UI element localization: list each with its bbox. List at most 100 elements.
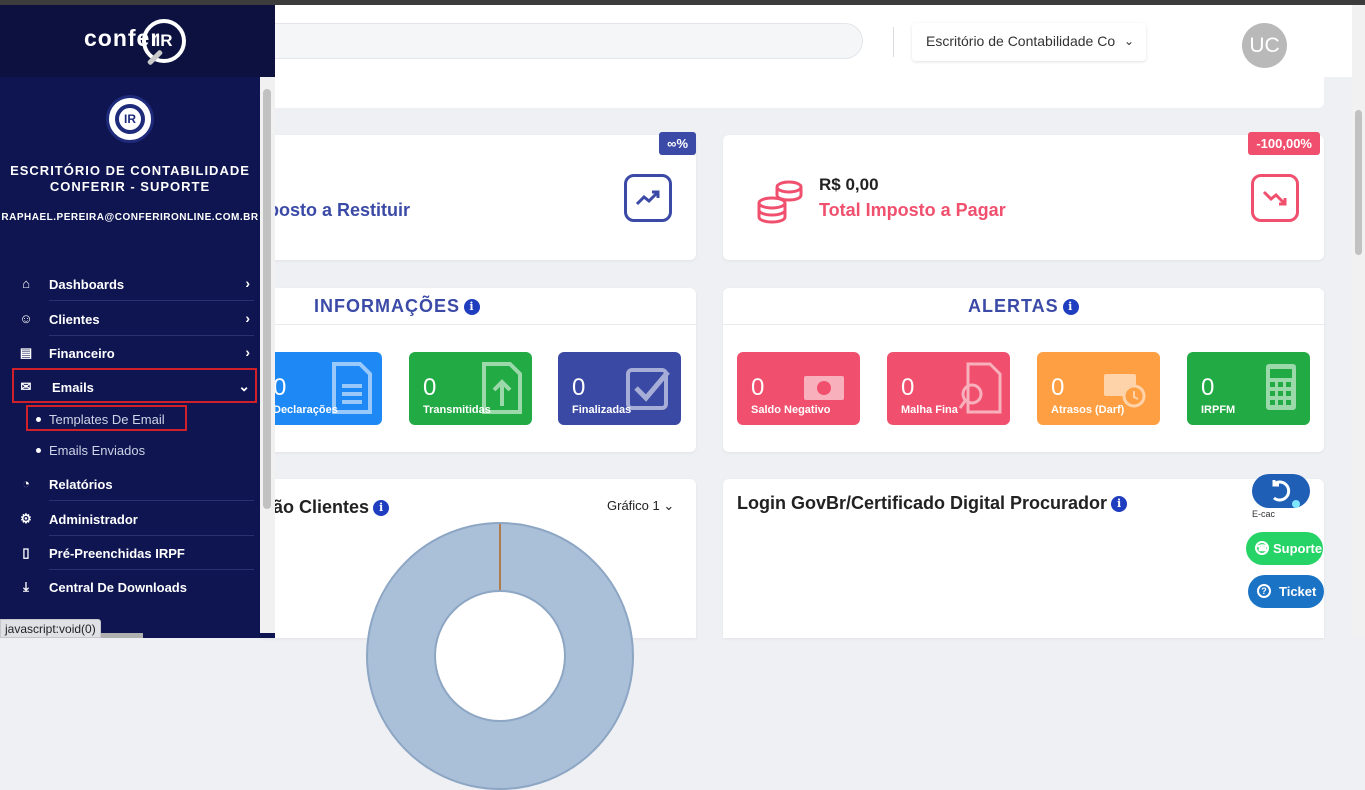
tile-label: Declarações: [273, 404, 338, 416]
trend-down-icon: [1251, 174, 1299, 222]
download-icon: ⤓: [23, 579, 29, 594]
sidebar-subitem-enviados[interactable]: Emails Enviados: [36, 443, 145, 458]
avatar[interactable]: UC: [1242, 23, 1287, 68]
user-cog-icon: ⚙: [20, 511, 32, 526]
file-search-icon: [958, 362, 1002, 414]
page-scrollbar[interactable]: [1352, 5, 1365, 638]
emails-highlight-box: [12, 368, 257, 403]
tile-transmitidas[interactable]: 0 Transmitidas: [409, 352, 532, 425]
kpi-label: posto a Restituir: [268, 200, 411, 220]
scrollbar-thumb[interactable]: [263, 89, 271, 509]
chart-select-label: Gráfico 1: [607, 498, 660, 513]
tile-atrasos-darf[interactable]: 0 Atrasos (Darf): [1037, 352, 1160, 425]
chart-title-text: ão Clientes: [273, 497, 370, 517]
ticket-label: Ticket: [1279, 584, 1317, 599]
pie-chart-icon: ◔: [22, 476, 30, 491]
sidebar-item-relatorios[interactable]: ◔ Relatórios: [12, 468, 256, 500]
users-icon: ☺: [19, 311, 33, 326]
sidebar-item-label: Central De Downloads: [49, 580, 187, 595]
tile-irpfm[interactable]: 0 IRPFM: [1187, 352, 1310, 425]
sidebar-item-administrador[interactable]: ⚙ Administrador: [12, 503, 256, 535]
tile-saldo-negativo[interactable]: 0 Saldo Negativo: [737, 352, 860, 425]
chevron-right-icon: ›: [245, 344, 250, 360]
tile-value: 0: [273, 374, 287, 401]
home-icon: ⌂: [22, 276, 30, 291]
info-icon[interactable]: i: [1062, 299, 1079, 315]
subitem-label: Emails Enviados: [49, 443, 146, 458]
tile-malha-fina[interactable]: 0 Malha Fina: [887, 352, 1010, 425]
nav-divider: [49, 500, 254, 501]
tile-label: Malha Fina: [901, 404, 958, 416]
kpi-value: R$ 0,00: [819, 175, 879, 194]
question-icon: ?: [1257, 584, 1271, 598]
horizontal-scrollbar-thumb[interactable]: [98, 633, 143, 638]
info-icon[interactable]: i: [373, 500, 390, 516]
chevron-down-icon: ⌄: [1123, 34, 1134, 48]
ecac-button[interactable]: E-cac: [1250, 472, 1312, 520]
sidebar-item-pre-preenchidas[interactable]: ▯ Pré-Preenchidas IRPF: [12, 537, 256, 569]
search-input[interactable]: [240, 23, 863, 59]
templates-highlight-box: [26, 405, 187, 431]
kpi-badge: ∞%: [659, 132, 696, 155]
nav-divider: [49, 569, 254, 570]
sidebar-item-label: Administrador: [49, 512, 138, 527]
info-icon[interactable]: i: [464, 299, 480, 315]
org-name: ESCRITÓRIO DE CONTABILIDADE CONFERIR - S…: [10, 163, 250, 194]
login-card-title-text: Login GovBr/Certificado Digital Procurad…: [737, 493, 1108, 513]
nav-divider: [49, 300, 254, 301]
support-whatsapp-button[interactable]: ☎ Suporte: [1246, 532, 1323, 565]
sidebar-item-downloads[interactable]: ⤓ Central De Downloads: [12, 571, 256, 603]
chevron-right-icon: ›: [245, 310, 250, 326]
tile-value: 0: [423, 374, 437, 401]
tile-value: 0: [572, 374, 586, 401]
tile-label: Transmitidas: [423, 404, 491, 416]
sidebar-item-clientes[interactable]: ☺ Clientes ›: [12, 303, 256, 335]
wallet-icon: ▤: [19, 345, 33, 360]
donut-slice-divider: [499, 524, 501, 592]
sidebar-item-dashboards[interactable]: ⌂ Dashboards ›: [12, 268, 256, 300]
trend-up-icon: [624, 174, 672, 222]
donut-hole: [434, 590, 566, 722]
org-logo: IR: [106, 95, 154, 143]
divider: [723, 324, 1324, 325]
sidebar-item-label: Relatórios: [49, 477, 113, 492]
office-select[interactable]: Escritório de Contabilidade Co ⌄: [912, 23, 1146, 61]
brand-logo-mark: IR: [142, 19, 186, 63]
scrollbar-thumb[interactable]: [1355, 110, 1362, 255]
sidebar-scrollbar[interactable]: [260, 77, 275, 633]
tile-value: 0: [1201, 374, 1215, 401]
sidebar-item-label: Pré-Preenchidas IRPF: [49, 546, 185, 561]
tile-value: 0: [751, 374, 765, 401]
nav-divider: [49, 535, 254, 536]
org-email: RAPHAEL.PEREIRA@CONFERIRONLINE.COM.BR: [1, 212, 259, 223]
chevron-right-icon: ›: [245, 275, 250, 291]
sidebar-item-financeiro[interactable]: ▤ Financeiro ›: [12, 337, 256, 369]
divider: [260, 324, 696, 325]
clients-donut-chart: [366, 522, 634, 790]
nav-divider: [49, 335, 254, 336]
header-divider: [893, 27, 894, 57]
brand-header: confer IR: [0, 5, 275, 77]
ticket-button[interactable]: ? Ticket: [1248, 575, 1324, 608]
chevron-down-icon: ⌄: [663, 498, 675, 513]
bullet-icon: [36, 448, 41, 453]
info-icon[interactable]: i: [1111, 496, 1128, 512]
org-logo-text: IR: [115, 104, 145, 134]
tile-value: 0: [901, 374, 915, 401]
support-label: Suporte: [1273, 541, 1323, 556]
tile-declaracoes[interactable]: 0 Declarações: [259, 352, 382, 425]
section-title-text: INFORMAÇÕES: [314, 296, 460, 316]
toolbar-strip: [260, 77, 1324, 108]
sidebar-item-label: Financeiro: [49, 346, 115, 361]
chart-type-select[interactable]: Gráfico 1 ⌄: [607, 498, 674, 514]
chart-title: ão Clientes i: [273, 497, 390, 518]
kpi-label: Total Imposto a Pagar: [819, 200, 1006, 220]
tile-label: IRPFM: [1201, 404, 1236, 416]
sidebar: confer IR IR ESCRITÓRIO DE CONTABILIDADE…: [0, 5, 275, 638]
kpi-card-restituir: ∞% posto a Restituir: [260, 132, 696, 260]
section-title: INFORMAÇÕES i: [314, 296, 480, 317]
ecac-label: E-cac: [1252, 509, 1276, 519]
tile-value: 0: [1051, 374, 1065, 401]
calculator-icon: [1266, 364, 1296, 410]
tile-finalizadas[interactable]: 0 Finalizadas: [558, 352, 681, 425]
